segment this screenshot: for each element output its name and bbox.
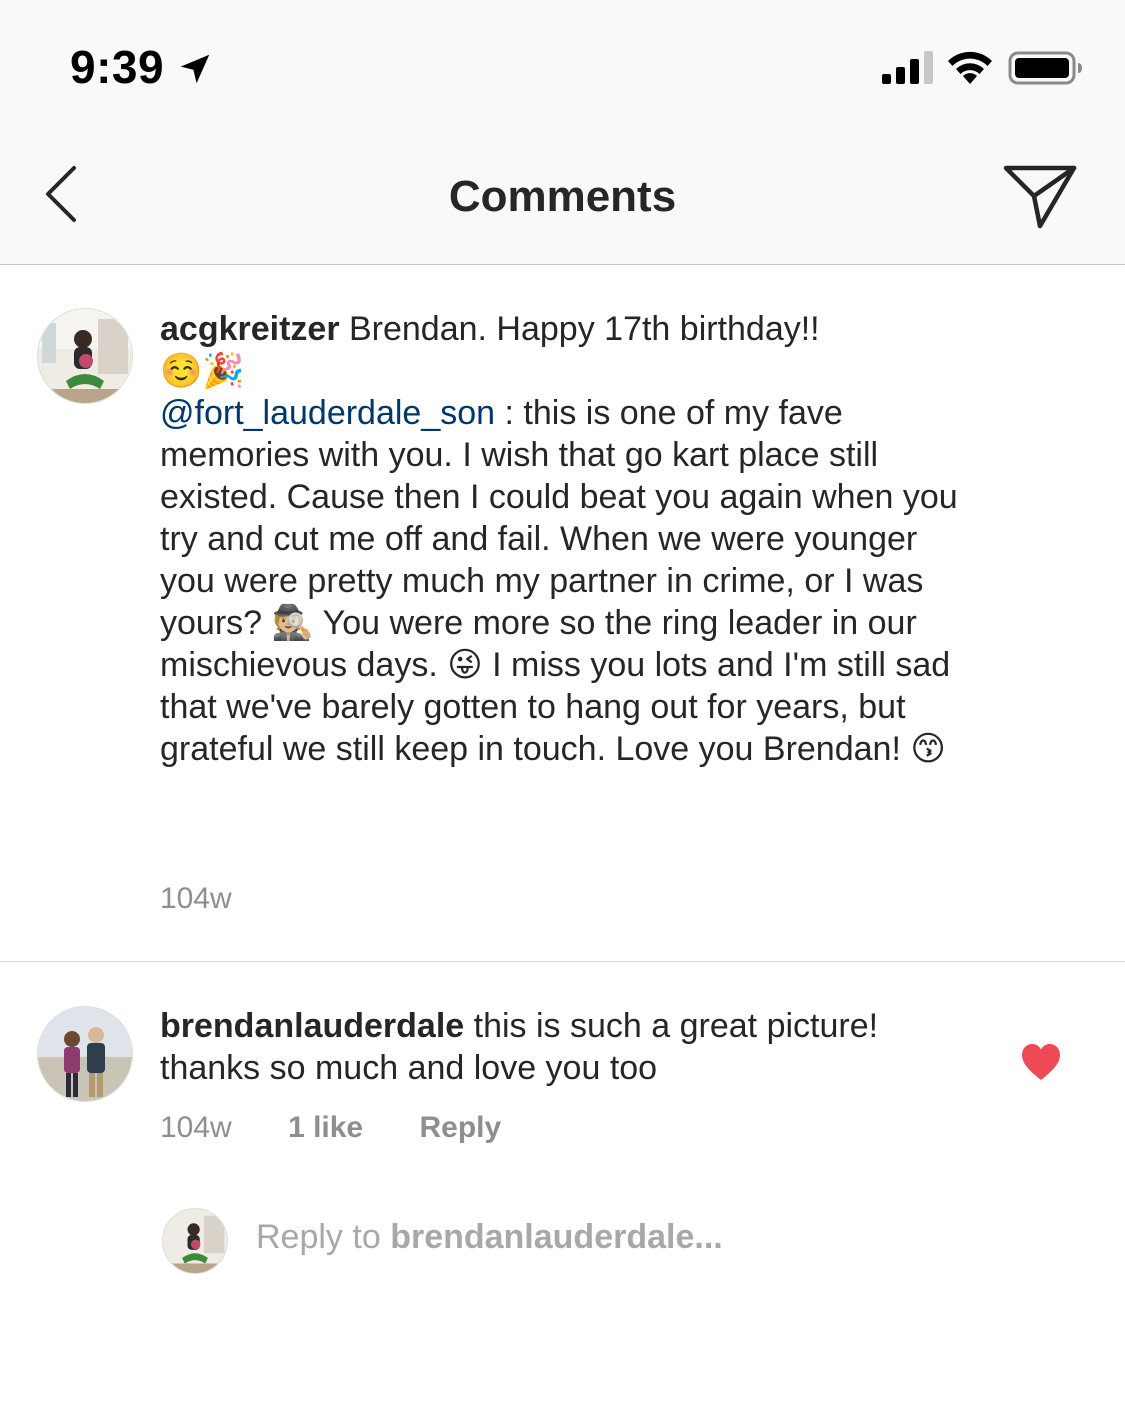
- comment-meta: 104w: [160, 882, 280, 916]
- direct-share-icon[interactable]: [1000, 160, 1080, 232]
- avatar: [162, 1208, 228, 1274]
- comment-text: brendanlauderdale this is such a great p…: [160, 1005, 960, 1089]
- avatar[interactable]: [37, 1006, 133, 1102]
- reply-input[interactable]: Reply to brendanlauderdale...: [256, 1218, 723, 1257]
- comment-text: acgkreitzer Brendan. Happy 17th birthday…: [160, 308, 960, 770]
- comment-username[interactable]: acgkreitzer: [160, 310, 340, 348]
- reply-composer: Reply to brendanlauderdale...: [0, 1208, 1125, 1278]
- wifi-icon: [948, 51, 992, 84]
- mention-link[interactable]: @fort_lauderdale_son: [160, 394, 495, 432]
- heart-like-icon[interactable]: [1020, 1042, 1062, 1082]
- comment-text-part: Brendan. Happy 17th birthday!!: [339, 310, 820, 348]
- comment-timestamp: 104w: [160, 882, 232, 915]
- divider: [0, 961, 1125, 962]
- avatar-photo-icon: [38, 309, 132, 403]
- avatar-photo-icon: [163, 1209, 227, 1273]
- comment-meta: 104w 1 like Reply: [160, 1111, 549, 1145]
- emoji-blush-party-icon: ☺️🎉: [160, 351, 245, 391]
- reply-button[interactable]: Reply: [419, 1111, 501, 1144]
- battery-icon: [1008, 51, 1082, 85]
- avatar-photo-icon: [38, 1007, 132, 1101]
- location-arrow-icon: [180, 54, 210, 84]
- kiss-emoji-icon: 😙: [910, 729, 946, 769]
- avatar[interactable]: [37, 308, 133, 404]
- nav-bar: Comments: [0, 132, 1125, 265]
- status-bar: 9:39: [0, 0, 1125, 132]
- reply-placeholder-prefix: Reply to: [256, 1218, 391, 1256]
- reply-placeholder-target: brendanlauderdale...: [390, 1218, 723, 1256]
- likes-count[interactable]: 1 like: [288, 1111, 363, 1144]
- status-time: 9:39: [70, 41, 165, 93]
- cellular-signal-icon: [882, 51, 933, 84]
- wink-tongue-emoji-icon: 😜: [447, 645, 483, 685]
- detective-emoji-icon: 🕵🏼: [271, 603, 314, 643]
- page-title: Comments: [448, 172, 677, 221]
- comment-username[interactable]: brendanlauderdale: [160, 1007, 464, 1045]
- comment-timestamp: 104w: [160, 1111, 232, 1144]
